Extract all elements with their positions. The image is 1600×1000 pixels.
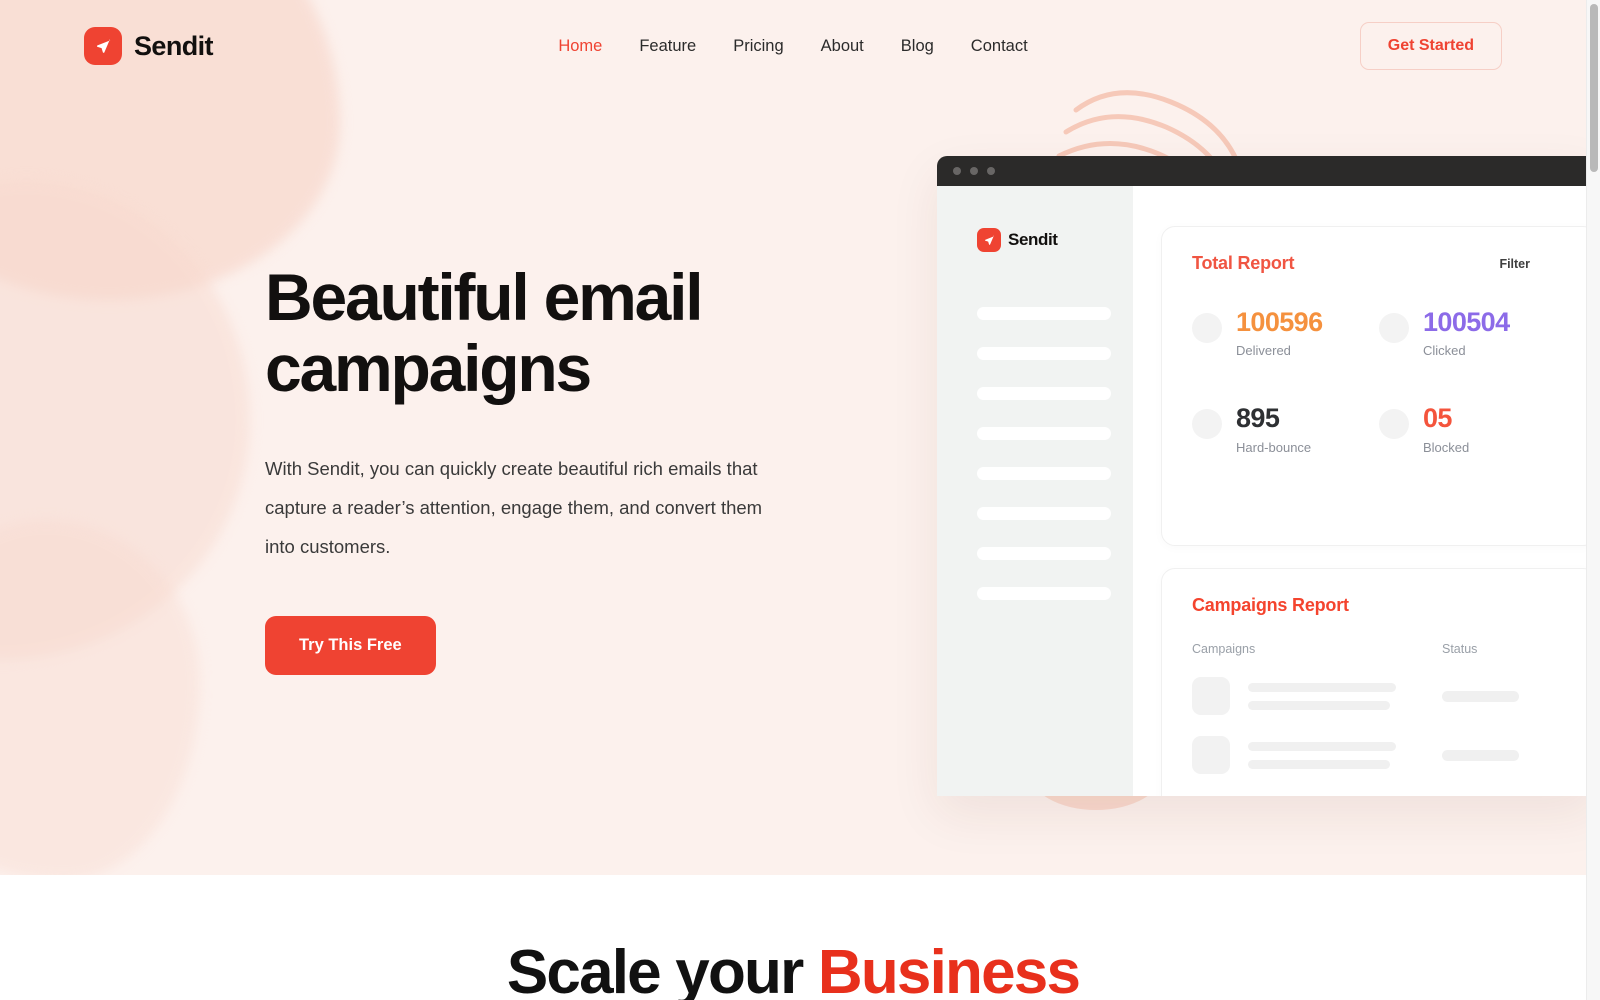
brand-name: Sendit <box>134 30 214 61</box>
column-header-campaigns: Campaigns <box>1192 642 1256 656</box>
sidebar-placeholder-item <box>977 427 1111 440</box>
window-dot-maximize-icon <box>987 167 995 175</box>
hero-copy: Beautiful email campaigns With Sendit, y… <box>265 260 825 676</box>
dashboard-body: Sendit Total Report Filter 100596 Delive… <box>937 186 1586 796</box>
campaigns-table-header: Campaigns Status <box>1192 642 1566 656</box>
table-row[interactable] <box>1192 677 1566 715</box>
hero-section: Sendit Home Feature Pricing About Blog C… <box>0 0 1586 875</box>
sidebar-placeholder-item <box>977 587 1111 600</box>
nav-item-about[interactable]: About <box>821 37 864 56</box>
stat-icon-placeholder <box>1192 409 1222 440</box>
filter-button[interactable]: Filter <box>1499 257 1530 271</box>
campaigns-report-card: Campaigns Report Campaigns Status <box>1161 568 1586 796</box>
sidebar-placeholder-item <box>977 387 1111 400</box>
stat-value: 895 <box>1236 403 1280 434</box>
nav-item-blog[interactable]: Blog <box>901 37 934 56</box>
scale-section-title: Scale your Business <box>0 937 1586 1000</box>
table-row[interactable] <box>1192 736 1566 774</box>
scale-title-plain: Scale your <box>506 938 818 1000</box>
stat-label: Hard-bounce <box>1236 439 1312 455</box>
page-scrollbar[interactable] <box>1586 0 1600 1000</box>
scale-section: Scale your Business <box>0 875 1586 1000</box>
main-nav: Home Feature Pricing About Blog Contact <box>558 37 1027 56</box>
dashboard-mockup: Sendit Total Report Filter 100596 Delive… <box>937 156 1586 796</box>
stat-value: 100596 <box>1236 307 1323 337</box>
nav-item-home[interactable]: Home <box>558 37 602 56</box>
total-report-card: Total Report Filter 100596 Delivered 100… <box>1161 226 1586 546</box>
campaigns-report-title: Campaigns Report <box>1192 595 1349 615</box>
dashboard-titlebar <box>937 156 1586 186</box>
total-report-title: Total Report <box>1192 253 1295 273</box>
window-dot-close-icon <box>953 167 961 175</box>
stat-blocked: 05 Blocked <box>1379 403 1566 455</box>
campaign-thumbnail-placeholder <box>1192 677 1230 715</box>
nav-item-pricing[interactable]: Pricing <box>733 37 783 56</box>
nav-item-feature[interactable]: Feature <box>639 37 696 56</box>
stat-clicked: 100504 Clicked <box>1379 308 1566 358</box>
paper-plane-icon <box>84 27 122 65</box>
status-badge-placeholder <box>1442 690 1519 702</box>
dashboard-main: Total Report Filter 100596 Delivered 100… <box>1133 186 1586 796</box>
sidebar-placeholder-item <box>977 547 1111 560</box>
campaign-text-placeholder <box>1248 682 1396 710</box>
paper-plane-icon <box>977 228 1001 252</box>
site-header: Sendit Home Feature Pricing About Blog C… <box>0 0 1586 92</box>
page-root: Sendit Home Feature Pricing About Blog C… <box>0 0 1600 1000</box>
get-started-button[interactable]: Get Started <box>1359 22 1502 70</box>
stat-icon-placeholder <box>1192 313 1222 343</box>
total-report-stats: 100596 Delivered 100504 Clicked 895 Hard… <box>1192 308 1566 455</box>
stat-label: Blocked <box>1423 439 1470 455</box>
brand-logo[interactable]: Sendit <box>84 27 214 65</box>
window-dot-minimize-icon <box>970 167 978 175</box>
hero-subtitle: With Sendit, you can quickly create beau… <box>265 457 763 557</box>
stat-value: 100504 <box>1423 307 1510 337</box>
dashboard-brand-name: Sendit <box>1008 230 1058 249</box>
scale-title-accent: Business <box>817 938 1081 1000</box>
sidebar-placeholder-item <box>977 307 1111 320</box>
dashboard-sidebar: Sendit <box>937 186 1133 796</box>
decorative-blob-mid-left <box>0 180 250 660</box>
stat-label: Delivered <box>1236 343 1291 359</box>
dashboard-brand-logo: Sendit <box>977 228 1111 252</box>
campaign-thumbnail-placeholder <box>1192 736 1230 774</box>
campaign-text-placeholder <box>1248 741 1396 769</box>
sidebar-placeholder-item <box>977 507 1111 520</box>
stat-delivered: 100596 Delivered <box>1192 308 1379 358</box>
sidebar-placeholder-item <box>977 467 1111 480</box>
stat-value: 05 <box>1423 403 1452 434</box>
column-header-status: Status <box>1442 642 1478 656</box>
sidebar-placeholder-item <box>977 347 1111 360</box>
stat-label: Clicked <box>1423 343 1466 359</box>
decorative-blob-bottom-left <box>0 520 200 875</box>
status-badge-placeholder <box>1442 749 1519 761</box>
nav-item-contact[interactable]: Contact <box>971 37 1028 56</box>
stat-icon-placeholder <box>1379 409 1409 440</box>
scrollbar-thumb[interactable] <box>1590 4 1598 172</box>
stat-hard-bounce: 895 Hard-bounce <box>1192 403 1379 455</box>
try-this-free-button[interactable]: Try This Free <box>265 616 436 676</box>
stat-icon-placeholder <box>1379 313 1409 343</box>
total-report-header: Total Report Filter <box>1192 253 1566 274</box>
page-title: Beautiful email campaigns <box>265 260 704 406</box>
